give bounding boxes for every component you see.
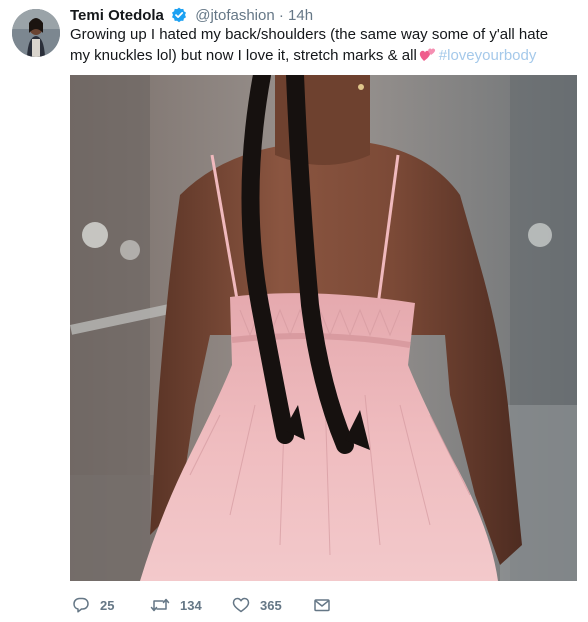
direct-message-button[interactable] bbox=[313, 594, 331, 616]
avatar[interactable] bbox=[12, 9, 60, 57]
reply-button[interactable]: 25 bbox=[72, 594, 114, 616]
two-hearts-emoji-icon bbox=[419, 46, 437, 68]
avatar-image bbox=[12, 9, 60, 57]
user-handle[interactable]: @jtofashion bbox=[195, 7, 274, 24]
hashtag-link[interactable]: #loveyourbody bbox=[439, 47, 537, 64]
like-count: 365 bbox=[260, 597, 282, 613]
timestamp[interactable]: 14h bbox=[288, 7, 313, 24]
heart-icon bbox=[232, 596, 250, 614]
reply-count: 25 bbox=[100, 597, 115, 613]
separator-dot: · bbox=[278, 7, 284, 24]
display-name[interactable]: Temi Otedola bbox=[70, 7, 164, 24]
like-button[interactable]: 365 bbox=[232, 594, 282, 616]
photo-image bbox=[70, 75, 577, 581]
reply-icon bbox=[72, 596, 90, 614]
tweet-photo[interactable] bbox=[70, 75, 577, 581]
retweet-button[interactable]: 134 bbox=[150, 594, 202, 616]
retweet-icon bbox=[150, 596, 170, 614]
envelope-icon bbox=[313, 596, 331, 614]
retweet-count: 134 bbox=[180, 597, 202, 613]
tweet-card[interactable]: Temi Otedola @jtofashion · 14h Growing u… bbox=[0, 0, 588, 622]
tweet-text: Growing up I hated my back/shoulders (th… bbox=[70, 24, 570, 68]
